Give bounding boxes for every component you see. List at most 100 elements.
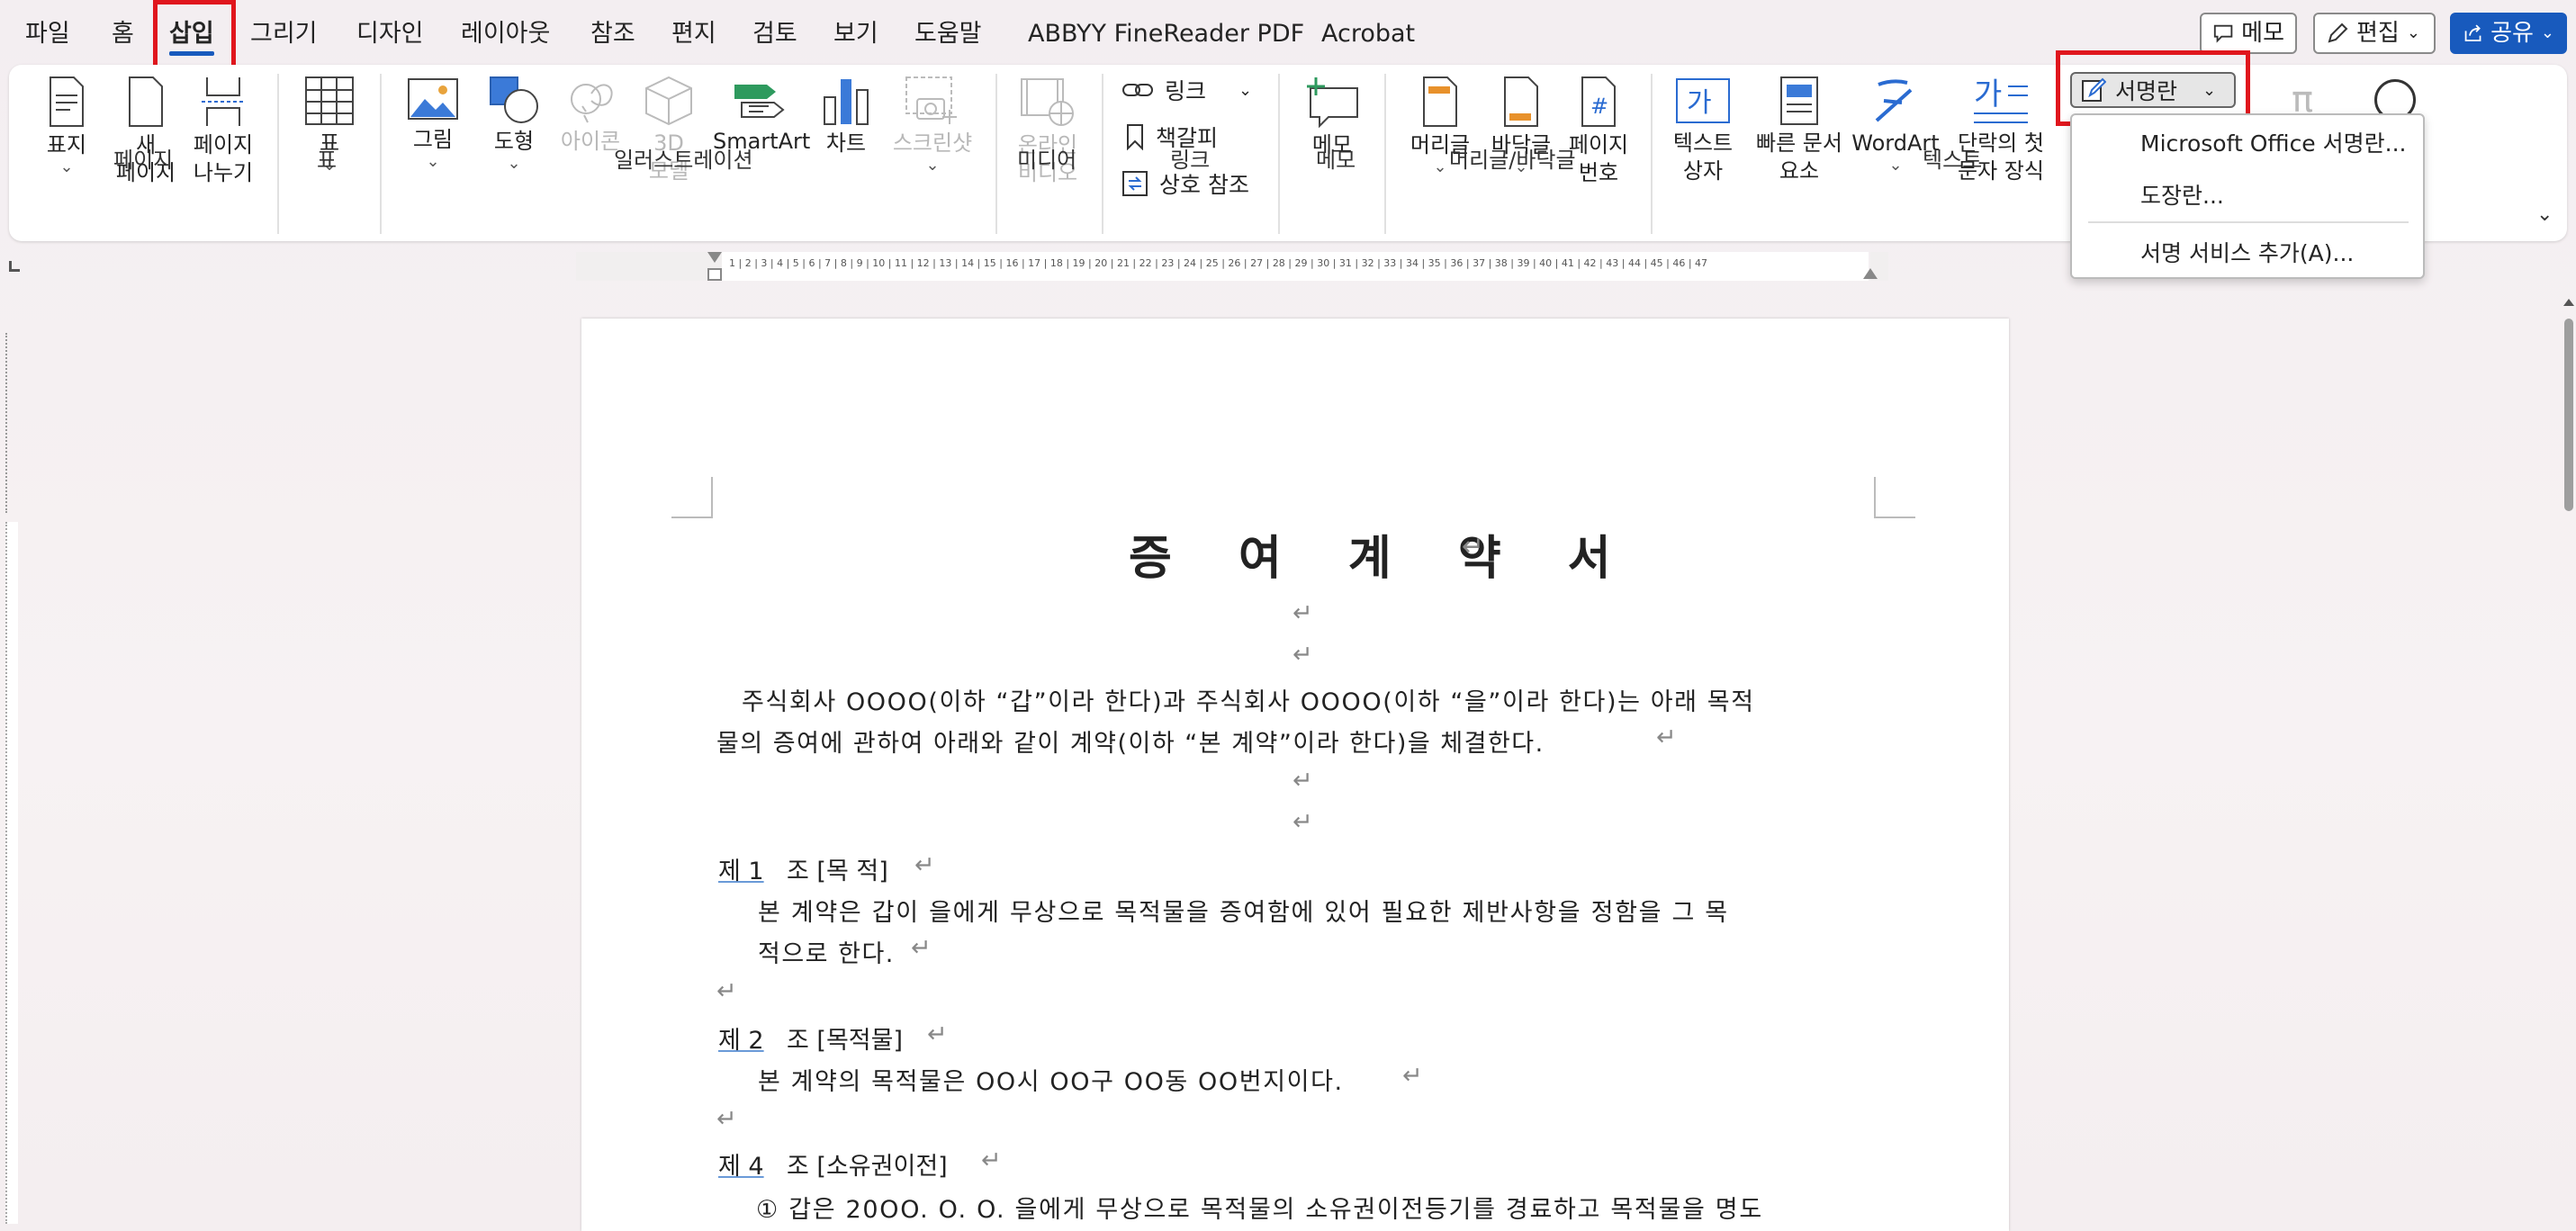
paragraph-mark: ↵ [981, 1146, 1002, 1174]
smartart-icon [734, 85, 785, 118]
document-title[interactable]: 증 여 계 약 서 [1129, 520, 1636, 588]
article-1-title[interactable]: 조 [목 적] [787, 851, 888, 886]
margin-corner-top-right [1874, 477, 1915, 518]
ruler-margin-left [576, 252, 722, 281]
group-label-media: 미디어 [1017, 148, 1077, 173]
highlight-insert-tab [153, 0, 236, 72]
article-4-number[interactable]: 제 4 [718, 1146, 764, 1182]
article-4-body-line-1[interactable]: ① 갑은 20OO. O. O. 을에게 무상으로 목적물의 소유권이전등기를 … [756, 1190, 1763, 1225]
page-break-icon [202, 77, 245, 126]
tab-acrobat[interactable]: Acrobat [1321, 16, 1415, 52]
tab-review[interactable]: 검토 [752, 16, 797, 52]
article-1-body-line-2[interactable]: 적으로 한다. [758, 934, 895, 969]
tab-mailings[interactable]: 편지 [671, 16, 716, 52]
ribbon-divider [277, 74, 279, 234]
paragraph-mark: ↵ [927, 1020, 948, 1048]
group-label-pages: 페이지 [113, 148, 174, 173]
group-label-links: 링크 [1170, 148, 1211, 173]
right-indent-marker[interactable] [1863, 268, 1878, 279]
menu-item-office-signature[interactable]: Microsoft Office 서명란... [2140, 126, 2406, 158]
paragraph-mark: ↵ [1402, 1062, 1423, 1090]
cover-page-button[interactable]: 표지 ⌄ [41, 76, 92, 175]
cover-page-icon [50, 76, 84, 127]
article-4-title[interactable]: 조 [소유권이전] [787, 1146, 948, 1182]
chevron-down-icon: ⌄ [426, 152, 440, 171]
quick-parts-button[interactable]: 빠른 문서 요소 [1750, 76, 1849, 185]
online-video-icon [1021, 78, 1074, 126]
tab-draw[interactable]: 그리기 [250, 16, 318, 52]
page-break-button[interactable]: 페이지 나누기 [189, 76, 257, 187]
link-button[interactable]: 링크 ⌄ [1121, 74, 1252, 106]
tab-layout[interactable]: 레이아웃 [461, 16, 550, 52]
chevron-down-icon: ⌄ [925, 156, 940, 175]
tab-view[interactable]: 보기 [833, 16, 878, 52]
hanging-indent-marker[interactable] [707, 268, 722, 281]
ribbon-divider [995, 74, 997, 234]
article-2-body[interactable]: 본 계약의 목적물은 OO시 OO구 OO동 OO번지이다. [758, 1062, 1344, 1097]
share-label: 공유 [2490, 20, 2534, 47]
intro-line-2[interactable]: 물의 증여에 관하여 아래와 같이 계약(이하 “본 계약”이라 한다)을 체결… [716, 723, 1545, 759]
vertical-ruler-body [5, 522, 18, 1224]
table-icon [305, 76, 354, 125]
signature-dropdown-menu: Microsoft Office 서명란... 도장란... 서명 서비스 추가… [2070, 113, 2425, 279]
scroll-up-arrow-icon[interactable] [2563, 299, 2574, 306]
paragraph-mark: ↵ [716, 977, 737, 1005]
scrollbar-thumb[interactable] [2564, 319, 2573, 511]
chevron-down-icon: ⌄ [507, 154, 521, 173]
comments-label: 메모 [2241, 20, 2284, 47]
page-break-label-2: 나누기 [193, 160, 254, 185]
text-box-button[interactable]: 가 텍스트 상자 [1667, 76, 1739, 185]
shapes-button[interactable]: 도형 ⌄ [484, 76, 544, 172]
share-button[interactable]: 공유 ⌄ [2450, 13, 2567, 54]
text-box-icon: 가 [1676, 78, 1730, 123]
article-2-title[interactable]: 조 [목적물] [787, 1020, 903, 1056]
intro-line-1[interactable]: 주식회사 OOOO(이하 “갑”이라 한다)과 주식회사 OOOO(이하 “을”… [742, 682, 1755, 717]
blank-page-icon [129, 76, 163, 127]
paragraph-mark: ↵ [1293, 641, 1313, 669]
tab-help[interactable]: 도움말 [914, 16, 982, 52]
paragraph-mark: ↵ [1462, 531, 1485, 562]
horizontal-ruler[interactable]: 1 | 2 | 3 | 4 | 5 | 6 | 7 | 8 | 9 | 10 |… [576, 252, 1888, 281]
margin-corner-top-left [671, 477, 713, 518]
group-label-header-footer: 머리글/바닥글 [1449, 148, 1576, 173]
ribbon-divider [1102, 74, 1103, 234]
ribbon-collapse-chevron-icon[interactable]: ⌄ [2536, 203, 2553, 226]
svg-text:가: 가 [1687, 87, 1712, 119]
vertical-ruler-margin [5, 333, 18, 513]
cross-reference-icon [1122, 171, 1148, 196]
vertical-ruler[interactable] [0, 333, 22, 1231]
paragraph-mark: ↵ [1293, 808, 1313, 836]
screenshot-icon [905, 76, 957, 124]
paragraph-mark: ↵ [1293, 599, 1313, 627]
tab-design[interactable]: 디자인 [356, 16, 424, 52]
picture-button[interactable]: 그림 ⌄ [403, 76, 463, 170]
tab-file[interactable]: 파일 [25, 16, 70, 52]
first-line-indent-marker[interactable] [707, 252, 722, 263]
ribbon-divider [1384, 74, 1386, 234]
text-box-label-2: 상자 [1682, 158, 1724, 184]
bookmark-icon [1127, 124, 1143, 150]
menu-item-add-signature-service[interactable]: 서명 서비스 추가(A)... [2140, 236, 2354, 268]
menu-item-stamp-line[interactable]: 도장란... [2140, 178, 2224, 211]
article-1-body-line-1[interactable]: 본 계약은 갑이 을에게 무상으로 목적물을 증여함에 있어 필요한 제반사항을… [758, 893, 1729, 928]
tab-selector-icon[interactable] [9, 261, 20, 272]
tab-references[interactable]: 참조 [590, 16, 635, 52]
wordart-icon [1875, 79, 1913, 122]
screenshot-button[interactable]: 스크린샷 ⌄ [887, 76, 977, 174]
chevron-down-icon: ⌄ [2540, 23, 2554, 42]
equation-icon: π [2292, 79, 2314, 121]
shapes-icon [490, 76, 538, 123]
pencil-icon [2328, 22, 2348, 43]
paragraph-mark: ↵ [914, 851, 935, 879]
article-1-number[interactable]: 제 1 [718, 851, 764, 886]
comments-button[interactable]: 메모 [2200, 13, 2297, 54]
picture-icon [408, 78, 458, 120]
article-2-number[interactable]: 제 2 [718, 1020, 764, 1056]
tab-abbyy[interactable]: ABBYY FineReader PDF [1028, 16, 1304, 52]
share-icon [2464, 24, 2481, 41]
chart-button[interactable]: 차트 [819, 76, 873, 157]
paragraph-mark: ↵ [911, 934, 932, 962]
link-icon [1122, 84, 1153, 96]
editing-button[interactable]: 편집 ⌄ [2313, 13, 2436, 54]
tab-home[interactable]: 홈 [112, 16, 134, 52]
